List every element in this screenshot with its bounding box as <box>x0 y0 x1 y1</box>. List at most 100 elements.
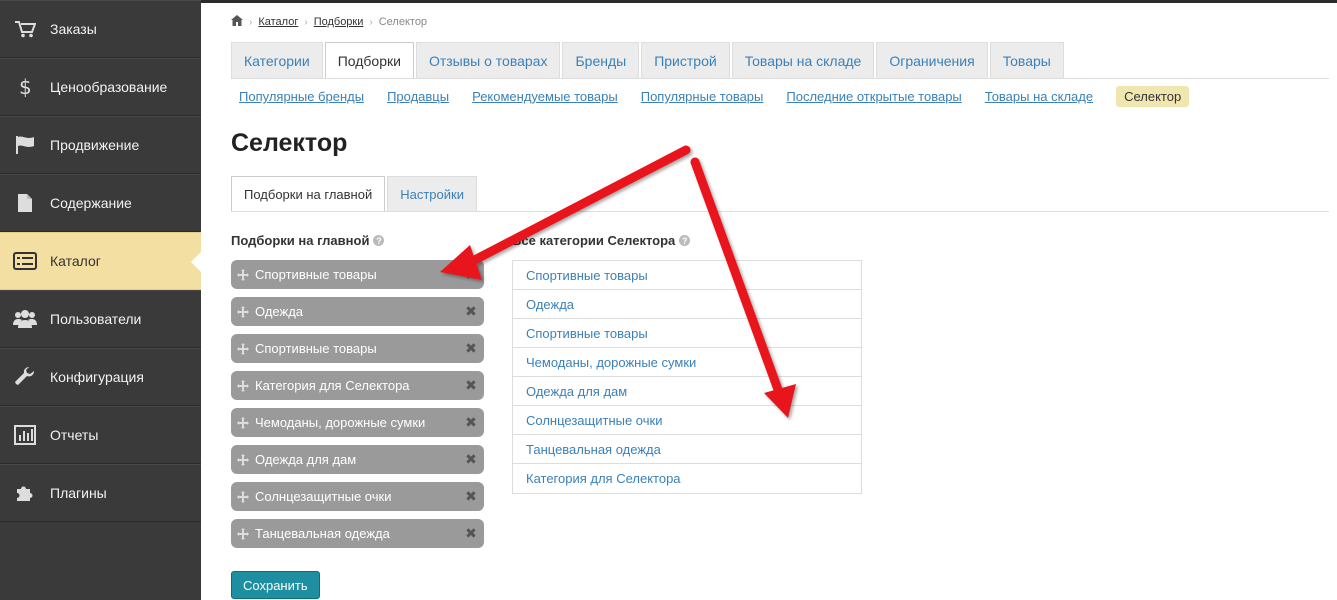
inner-tabs-divider <box>231 211 1329 212</box>
list-item[interactable]: Категория для Селектора <box>513 464 861 493</box>
document-icon <box>0 193 50 213</box>
sidebar-item-label: Отчеты <box>50 427 99 443</box>
home-icon[interactable] <box>231 15 243 29</box>
chip-label: Чемоданы, дорожные сумки <box>255 415 426 430</box>
sidebar-item-label: Заказы <box>50 21 97 37</box>
remove-icon[interactable]: ✖ <box>464 266 478 283</box>
chip-label: Одежда для дам <box>255 452 357 467</box>
remove-icon[interactable]: ✖ <box>464 414 478 431</box>
main-tabs: Категории Подборки Отзывы о товарах Брен… <box>231 42 1066 79</box>
remove-icon[interactable]: ✖ <box>464 340 478 357</box>
chip-label: Танцевальная одежда <box>255 526 390 541</box>
wrench-icon <box>0 366 50 388</box>
bar-chart-icon <box>0 425 50 445</box>
move-icon[interactable] <box>237 527 255 540</box>
move-icon[interactable] <box>237 490 255 503</box>
main-content: › Каталог › Подборки › Селектор Категори… <box>231 0 1329 600</box>
list-item[interactable]: Спортивные товары <box>513 319 861 348</box>
tab-home-selections[interactable]: Подборки на главной <box>231 176 386 212</box>
list-item[interactable]: Спортивные товары <box>513 261 861 290</box>
tab-products[interactable]: Товары <box>989 42 1064 78</box>
list-item[interactable]: Солнцезащитные очки <box>513 406 861 435</box>
puzzle-icon <box>0 483 50 503</box>
list-item[interactable]: Одежда ✖ <box>231 297 484 326</box>
remove-icon[interactable]: ✖ <box>464 451 478 468</box>
sidebar-item-label: Продвижение <box>50 137 140 153</box>
chip-label: Солнцезащитные очки <box>255 489 392 504</box>
subnav-link-recently-viewed[interactable]: Последние открытые товары <box>786 89 961 104</box>
right-column-heading: Все категории Селектора ? <box>512 233 691 248</box>
sidebar-item-pricing[interactable]: $ Ценообразование <box>0 58 201 116</box>
page-title: Селектор <box>231 129 348 157</box>
tab-categories[interactable]: Категории <box>231 42 323 78</box>
subnav-active-selector[interactable]: Селектор <box>1116 86 1190 107</box>
remove-icon[interactable]: ✖ <box>464 303 478 320</box>
tab-settings[interactable]: Настройки <box>387 176 477 211</box>
list-item[interactable]: Категория для Селектора ✖ <box>231 371 484 400</box>
move-icon[interactable] <box>237 305 255 318</box>
list-item[interactable]: Одежда для дам ✖ <box>231 445 484 474</box>
tab-brands[interactable]: Бренды <box>562 42 640 78</box>
move-icon[interactable] <box>237 416 255 429</box>
sidebar-item-reports[interactable]: Отчеты <box>0 406 201 464</box>
svg-text:$: $ <box>19 76 32 98</box>
help-icon[interactable]: ? <box>373 235 385 246</box>
sidebar: Заказы $ Ценообразование Продвижение Сод… <box>0 0 201 600</box>
chip-label: Категория для Селектора <box>255 378 410 393</box>
chip-label: Спортивные товары <box>255 267 377 282</box>
selected-list: Спортивные товары ✖ Одежда ✖ Спортивные то… <box>231 260 484 556</box>
move-icon[interactable] <box>237 379 255 392</box>
breadcrumb-link-selections[interactable]: Подборки <box>314 16 364 28</box>
help-icon[interactable]: ? <box>679 235 691 246</box>
list-item[interactable]: Одежда для дам <box>513 377 861 406</box>
tab-selections[interactable]: Подборки <box>324 42 414 79</box>
subnav: Популярные бренды Продавцы Рекомендуемые… <box>239 86 1190 107</box>
cart-icon <box>0 20 50 38</box>
move-icon[interactable] <box>237 453 255 466</box>
tab-reviews[interactable]: Отзывы о товарах <box>415 42 561 78</box>
users-icon <box>0 309 50 329</box>
breadcrumb-separator: › <box>304 16 308 28</box>
tab-stock[interactable]: Товары на складе <box>731 42 875 78</box>
sidebar-item-promotion[interactable]: Продвижение <box>0 116 201 174</box>
save-button[interactable]: Сохранить <box>231 571 320 599</box>
left-column-heading: Подборки на главной ? <box>231 233 385 248</box>
list-item[interactable]: Спортивные товары ✖ <box>231 260 484 289</box>
subnav-link-sellers[interactable]: Продавцы <box>387 89 449 104</box>
list-item[interactable]: Спортивные товары ✖ <box>231 334 484 363</box>
sidebar-item-label: Плагины <box>50 485 107 501</box>
remove-icon[interactable]: ✖ <box>464 488 478 505</box>
sidebar-item-label: Содержание <box>50 195 132 211</box>
tab-restrictions[interactable]: Ограничения <box>876 42 988 78</box>
move-icon[interactable] <box>237 342 255 355</box>
list-icon <box>0 252 50 270</box>
flag-icon <box>0 135 50 155</box>
breadcrumb-separator: › <box>249 16 253 28</box>
breadcrumb-link-catalog[interactable]: Каталог <box>258 16 298 28</box>
sidebar-item-orders[interactable]: Заказы <box>0 0 201 58</box>
subnav-link-in-stock[interactable]: Товары на складе <box>985 89 1093 104</box>
breadcrumb-separator: › <box>369 16 373 28</box>
sidebar-item-plugins[interactable]: Плагины <box>0 464 201 522</box>
list-item[interactable]: Танцевальная одежда <box>513 435 861 464</box>
subnav-link-recommended[interactable]: Рекомендуемые товары <box>472 89 618 104</box>
all-categories-list: Спортивные товары Одежда Спортивные това… <box>512 260 862 494</box>
remove-icon[interactable]: ✖ <box>464 525 478 542</box>
move-icon[interactable] <box>237 268 255 281</box>
remove-icon[interactable]: ✖ <box>464 377 478 394</box>
subnav-link-popular-products[interactable]: Популярные товары <box>641 89 764 104</box>
sidebar-item-users[interactable]: Пользователи <box>0 290 201 348</box>
tab-pristroy[interactable]: Пристрой <box>641 42 730 78</box>
subnav-link-popular-brands[interactable]: Популярные бренды <box>239 89 364 104</box>
list-item[interactable]: Чемоданы, дорожные сумки <box>513 348 861 377</box>
list-item[interactable]: Танцевальная одежда ✖ <box>231 519 484 548</box>
tabs-divider <box>231 78 1329 79</box>
list-item[interactable]: Чемоданы, дорожные сумки ✖ <box>231 408 484 437</box>
sidebar-item-catalog[interactable]: Каталог <box>0 232 201 290</box>
sidebar-item-content[interactable]: Содержание <box>0 174 201 232</box>
list-item[interactable]: Одежда <box>513 290 861 319</box>
sidebar-item-configuration[interactable]: Конфигурация <box>0 348 201 406</box>
breadcrumb: › Каталог › Подборки › Селектор <box>231 15 427 29</box>
list-item[interactable]: Солнцезащитные очки ✖ <box>231 482 484 511</box>
breadcrumb-current: Селектор <box>378 16 428 28</box>
